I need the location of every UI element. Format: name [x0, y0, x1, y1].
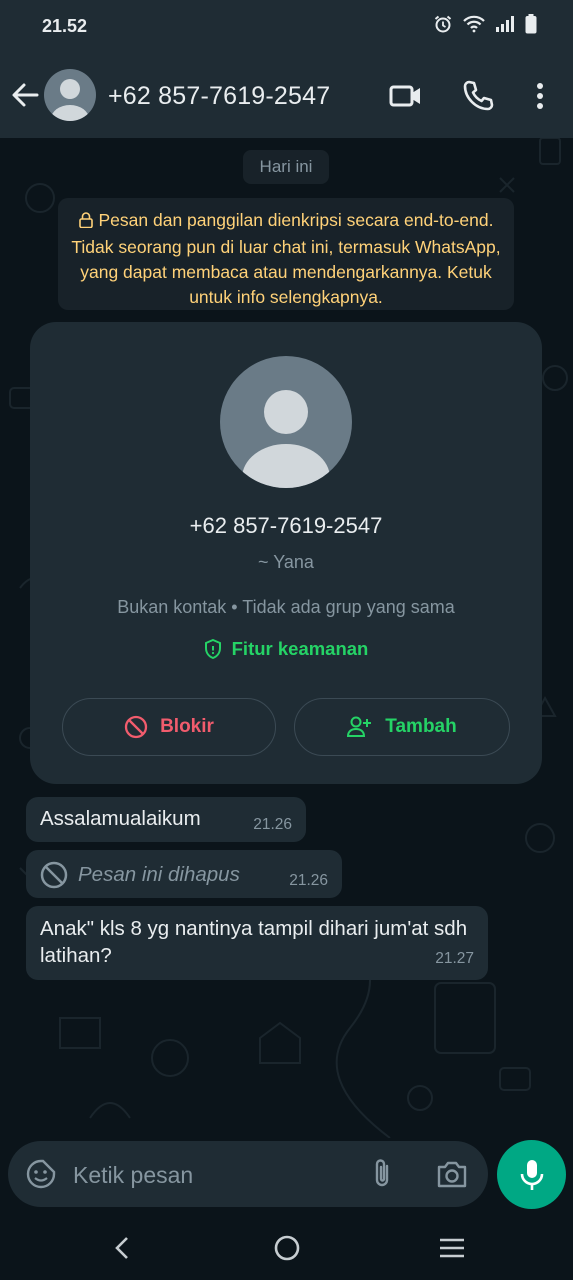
- deleted-message: Pesan ini dihapus: [40, 861, 328, 889]
- system-nav-bar: [0, 1216, 573, 1280]
- add-contact-label: Tambah: [385, 716, 457, 737]
- camera-icon[interactable]: [435, 1158, 469, 1195]
- security-features-label: Fitur keamanan: [231, 638, 369, 659]
- alarm-icon: [433, 14, 453, 39]
- attach-icon[interactable]: [368, 1158, 396, 1195]
- message-time: 21.27: [435, 950, 474, 967]
- video-call-icon[interactable]: [388, 78, 424, 114]
- status-icons: [433, 14, 537, 39]
- message-time: 21.26: [289, 872, 328, 889]
- contact-name: ~ Yana: [258, 552, 314, 572]
- mic-icon: [520, 1159, 543, 1190]
- message-input[interactable]: Ketik pesan: [73, 1162, 193, 1189]
- add-contact-button[interactable]: Tambah: [294, 698, 510, 756]
- encryption-notice-text: Pesan dan panggilan dienkripsi secara en…: [71, 210, 501, 307]
- mic-button[interactable]: [497, 1140, 566, 1209]
- chat-area[interactable]: Hari ini Pesan dan panggilan dienkripsi …: [0, 138, 573, 1138]
- block-button[interactable]: Blokir: [62, 698, 276, 756]
- shield-icon: [204, 638, 221, 660]
- encryption-notice[interactable]: Pesan dan panggilan dienkripsi secara en…: [58, 198, 514, 310]
- date-chip: Hari ini: [243, 150, 329, 184]
- block-label: Blokir: [160, 716, 214, 737]
- block-icon: [124, 715, 148, 739]
- nav-home-icon[interactable]: [273, 1234, 301, 1267]
- more-options-icon[interactable]: [522, 78, 558, 114]
- security-features-link[interactable]: Fitur keamanan: [30, 638, 542, 660]
- lock-icon: [78, 210, 93, 235]
- status-time: 21.52: [42, 16, 88, 36]
- contact-phone: +62 857-7619-2547: [189, 513, 383, 538]
- contact-title[interactable]: +62 857-7619-2547: [108, 82, 330, 111]
- message-text: Anak" kls 8 yg nantinya tampil dihari ju…: [40, 917, 468, 967]
- nav-back-icon[interactable]: [112, 1234, 134, 1267]
- status-bar: 21.52: [0, 0, 573, 52]
- message-bubble[interactable]: Assalamualaikum 21.26: [26, 797, 306, 842]
- message-text: Assalamualaikum: [40, 807, 201, 830]
- message-bubble-deleted[interactable]: Pesan ini dihapus 21.26: [26, 850, 342, 898]
- chat-header: +62 857-7619-2547: [0, 52, 573, 138]
- message-time: 21.26: [253, 816, 292, 833]
- contact-info: Bukan kontak • Tidak ada grup yang sama: [117, 597, 455, 617]
- contact-info-card: +62 857-7619-2547 ~ Yana Bukan kontak • …: [30, 322, 542, 784]
- voice-call-icon[interactable]: [460, 78, 496, 114]
- wifi-icon: [463, 15, 485, 38]
- message-bubble[interactable]: Anak" kls 8 yg nantinya tampil dihari ju…: [26, 906, 488, 980]
- signal-icon: [495, 15, 515, 38]
- message-composer: Ketik pesan: [8, 1141, 488, 1207]
- add-person-icon: [347, 716, 372, 737]
- battery-icon: [525, 14, 537, 39]
- nav-recents-icon[interactable]: [437, 1234, 467, 1267]
- deleted-icon: [40, 861, 68, 889]
- contact-avatar[interactable]: [220, 356, 352, 488]
- back-arrow-icon[interactable]: [10, 80, 40, 110]
- message-text: Pesan ini dihapus: [78, 863, 240, 886]
- avatar[interactable]: [44, 69, 96, 121]
- sticker-icon[interactable]: [25, 1158, 57, 1195]
